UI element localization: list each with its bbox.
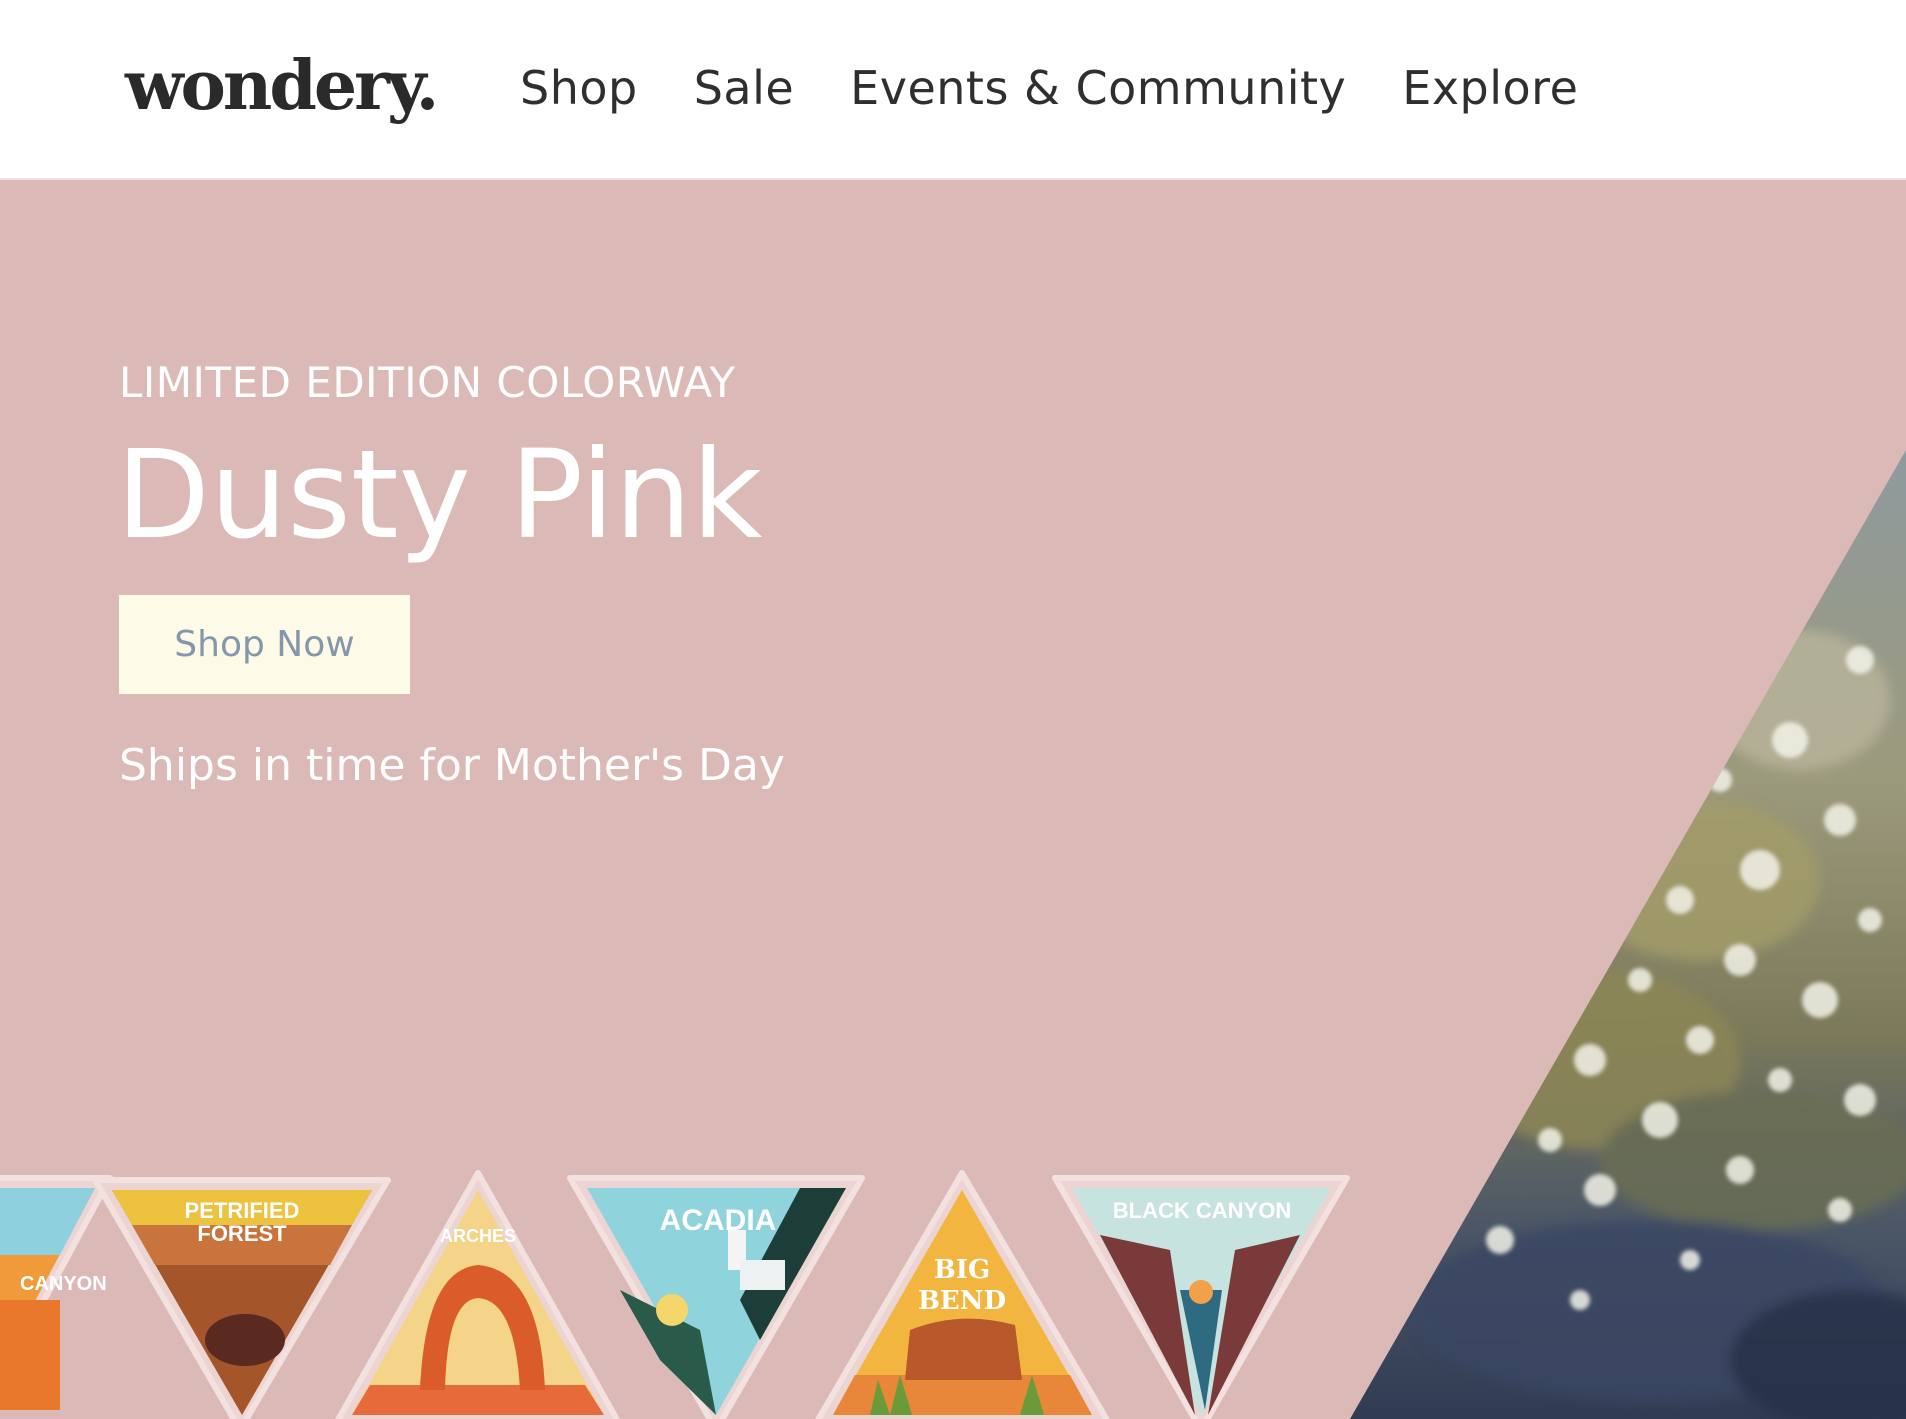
patch-canyon[interactable]: CANYON [0, 1175, 113, 1419]
patch-black-canyon-label: BLACK CANYON [1113, 1198, 1291, 1223]
patch-big-bend-line2: BEND [918, 1286, 1006, 1316]
patch-arches-label: ARCHES [440, 1226, 516, 1246]
main-nav: Shop Sale Events & Community Explore [520, 58, 1578, 118]
patch-acadia-label: ACADIA [660, 1204, 777, 1237]
patch-canyon-label: CANYON [20, 1273, 107, 1295]
site-header: wondery. Shop Sale Events & Community Ex… [0, 0, 1906, 180]
patch-big-bend[interactable]: BIG BEND [815, 1170, 1110, 1419]
nav-item-events-community[interactable]: Events & Community [850, 58, 1346, 118]
nav-item-explore[interactable]: Explore [1402, 58, 1578, 118]
patch-black-canyon[interactable]: BLACK CANYON [1052, 1175, 1350, 1419]
wondery-logo[interactable]: wondery. [125, 36, 439, 136]
park-patches-row: CANYON PETRIFIED FOREST ARCHES ACADIA BI… [0, 1170, 1350, 1419]
hero-banner: LIMITED EDITION COLORWAY Dusty Pink Shop… [0, 180, 1906, 1419]
patch-arches[interactable]: ARCHES [334, 1170, 621, 1419]
patch-petrified-forest-line2: FOREST [197, 1221, 287, 1246]
nav-item-sale[interactable]: Sale [694, 58, 794, 118]
patch-petrified-forest[interactable]: PETRIFIED FOREST [92, 1177, 391, 1419]
patch-acadia[interactable]: ACADIA [567, 1175, 865, 1419]
nav-item-shop[interactable]: Shop [520, 58, 638, 118]
patch-big-bend-line1: BIG [934, 1255, 990, 1285]
patch-petrified-forest-line1: PETRIFIED [185, 1198, 300, 1223]
